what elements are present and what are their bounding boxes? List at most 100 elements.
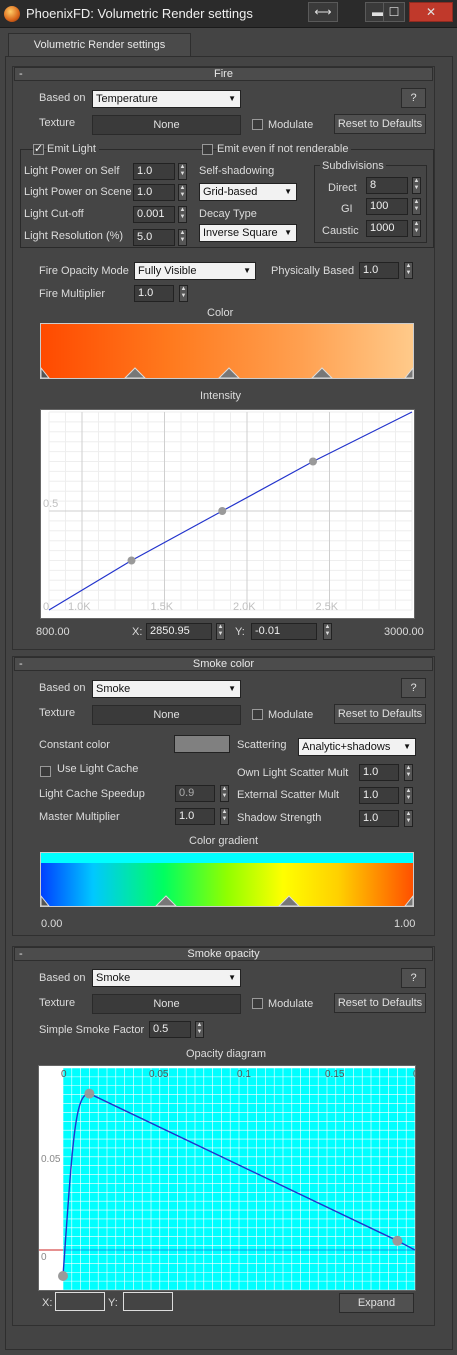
fire-multiplier-spinner[interactable]: ▲ ▼ [179, 285, 188, 302]
smoke-color-modulate-checkbox[interactable] [252, 709, 263, 720]
fire-rollout-header[interactable]: - Fire [14, 67, 433, 81]
smoke-color-gradient[interactable] [40, 852, 414, 907]
smoke-gradient-key-3[interactable] [404, 895, 413, 906]
opacity-texture-label: Texture [39, 997, 76, 1009]
own-scatter-label: Own Light Scatter Mult [237, 767, 349, 779]
intensity-y-spinner[interactable]: ▲ ▼ [323, 623, 332, 640]
smoke-gradient-key-1[interactable] [155, 895, 177, 906]
light-power-self-spinner[interactable]: ▲ ▼ [178, 163, 187, 180]
tab-volumetric-render-settings[interactable]: Volumetric Render settings [8, 33, 191, 57]
emit-light-checkbox[interactable] [33, 142, 44, 155]
y-tick-label: 0 [41, 1252, 47, 1263]
smoke-color-based-on-dropdown[interactable]: Smoke [92, 680, 241, 698]
constant-color-swatch[interactable] [174, 735, 230, 753]
direct-label: Direct [328, 182, 357, 194]
smoke-opacity-texture-button[interactable]: None [92, 994, 241, 1014]
intensity-range-max: 3000.00 [384, 626, 424, 638]
smoke-color-rollout-header[interactable]: - Smoke color [14, 657, 433, 671]
gi-spinner[interactable]: ▲ ▼ [412, 198, 421, 215]
smoke-color-texture-button[interactable]: None [92, 705, 241, 725]
opacity-based-on-label: Based on [39, 972, 86, 984]
opacity-x-input[interactable] [55, 1292, 105, 1311]
physically-based-input[interactable]: 1.0 [359, 262, 399, 279]
fire-modulate-checkbox[interactable] [252, 119, 263, 130]
smoke-color-help-button[interactable]: ? [401, 678, 426, 698]
light-power-scene-spinner[interactable]: ▲ ▼ [178, 184, 187, 201]
emit-even-checkbox[interactable] [202, 144, 213, 155]
direct-input[interactable]: 8 [366, 177, 408, 194]
decay-type-label: Decay Type [199, 208, 257, 220]
external-scatter-spinner[interactable]: ▲ ▼ [404, 787, 413, 804]
smoke-gradient-key-2[interactable] [278, 895, 300, 906]
self-shadowing-dropdown[interactable]: Grid-based [199, 183, 297, 201]
external-scatter-input[interactable]: 1.0 [359, 787, 399, 804]
fire-opacity-mode-dropdown[interactable]: Fully Visible [134, 262, 256, 280]
maximize-button[interactable]: ☐ [383, 2, 405, 22]
gradient-key-4[interactable] [404, 367, 413, 378]
intensity-x-label: X: [132, 626, 143, 638]
smoke-opacity-help-button[interactable]: ? [401, 968, 426, 988]
scattering-dropdown[interactable]: Analytic+shadows [298, 738, 416, 756]
fire-help-button[interactable]: ? [401, 88, 426, 108]
light-power-self-input[interactable]: 1.0 [133, 163, 175, 180]
opacity-y-input[interactable] [123, 1292, 173, 1311]
fire-based-on-dropdown[interactable]: Temperature [92, 90, 241, 108]
intensity-chart-svg[interactable]: 1.0K 1.5K 2.0K 2.5K 0 0.5 [41, 410, 414, 618]
x-tick-label: 0 [61, 1069, 67, 1080]
light-cache-speedup-input[interactable]: 0.9 [175, 785, 215, 802]
x-tick-label: 1.5K [151, 601, 174, 613]
smoke-color-reset-button[interactable]: Reset to Defaults [334, 704, 426, 724]
caustic-spinner[interactable]: ▲ ▼ [412, 220, 421, 237]
use-light-cache-checkbox[interactable] [40, 766, 51, 777]
gradient-key-2[interactable] [218, 367, 240, 378]
own-scatter-input[interactable]: 1.0 [359, 764, 399, 781]
simple-smoke-factor-spinner[interactable]: ▲ ▼ [195, 1021, 204, 1038]
opacity-diagram-svg[interactable]: 0 0.05 0.1 0.15 0.2 0 0.05 [39, 1066, 415, 1290]
y-tick-label: 0.05 [41, 1154, 61, 1165]
master-multiplier-spinner[interactable]: ▲ ▼ [220, 808, 229, 825]
intensity-y-input[interactable]: -0.01 [251, 623, 317, 640]
gradient-key-0[interactable] [41, 367, 50, 378]
decay-type-dropdown[interactable]: Inverse Square [199, 224, 297, 242]
light-resolution-spinner[interactable]: ▲ ▼ [178, 229, 187, 246]
gradient-key-3[interactable] [311, 367, 333, 378]
restore-size-button[interactable]: ⟷ [308, 2, 338, 22]
master-multiplier-label: Master Multiplier [39, 811, 120, 823]
smoke-gradient-key-0[interactable] [41, 895, 50, 906]
light-power-scene-input[interactable]: 1.0 [133, 184, 175, 201]
gradient-key-1[interactable] [124, 367, 146, 378]
light-power-self-label: Light Power on Self [24, 165, 120, 177]
fire-reset-defaults-button[interactable]: Reset to Defaults [334, 114, 426, 134]
fire-multiplier-input[interactable]: 1.0 [134, 285, 174, 302]
direct-spinner[interactable]: ▲ ▼ [412, 177, 421, 194]
smoke-opacity-based-on-dropdown[interactable]: Smoke [92, 969, 241, 987]
light-cache-speedup-label: Light Cache Speedup [39, 788, 145, 800]
close-button[interactable]: ✕ [409, 2, 453, 22]
own-scatter-spinner[interactable]: ▲ ▼ [404, 764, 413, 781]
intensity-chart[interactable]: 1.0K 1.5K 2.0K 2.5K 0 0.5 [40, 409, 415, 619]
opacity-x-label: X: [42, 1297, 53, 1309]
opacity-diagram[interactable]: 0 0.05 0.1 0.15 0.2 0 0.05 [38, 1065, 416, 1291]
light-cache-speedup-spinner[interactable]: ▲ ▼ [220, 785, 229, 802]
shadow-strength-input[interactable]: 1.0 [359, 810, 399, 827]
fire-texture-button[interactable]: None [92, 115, 241, 135]
caustic-input[interactable]: 1000 [366, 220, 408, 237]
intensity-control-point [218, 507, 227, 515]
intensity-x-input[interactable]: 2850.95 [146, 623, 212, 640]
gi-input[interactable]: 100 [366, 198, 408, 215]
expand-button[interactable]: Expand [339, 1293, 414, 1313]
smoke-opacity-modulate-checkbox[interactable] [252, 998, 263, 1009]
intensity-x-spinner[interactable]: ▲ ▼ [216, 623, 225, 640]
light-cutoff-input[interactable]: 0.001 [133, 206, 175, 223]
shadow-strength-spinner[interactable]: ▲ ▼ [404, 810, 413, 827]
light-resolution-input[interactable]: 5.0 [133, 229, 175, 246]
use-light-cache-label: Use Light Cache [57, 763, 139, 775]
smoke-opacity-reset-button[interactable]: Reset to Defaults [334, 993, 426, 1013]
smoke-opacity-rollout-header[interactable]: - Smoke opacity [14, 947, 433, 961]
light-cutoff-spinner[interactable]: ▲ ▼ [178, 206, 187, 223]
simple-smoke-factor-input[interactable]: 0.5 [149, 1021, 191, 1038]
light-cutoff-label: Light Cut-off [24, 208, 84, 220]
physically-based-spinner[interactable]: ▲ ▼ [404, 262, 413, 279]
fire-color-gradient[interactable] [40, 323, 414, 379]
master-multiplier-input[interactable]: 1.0 [175, 808, 215, 825]
